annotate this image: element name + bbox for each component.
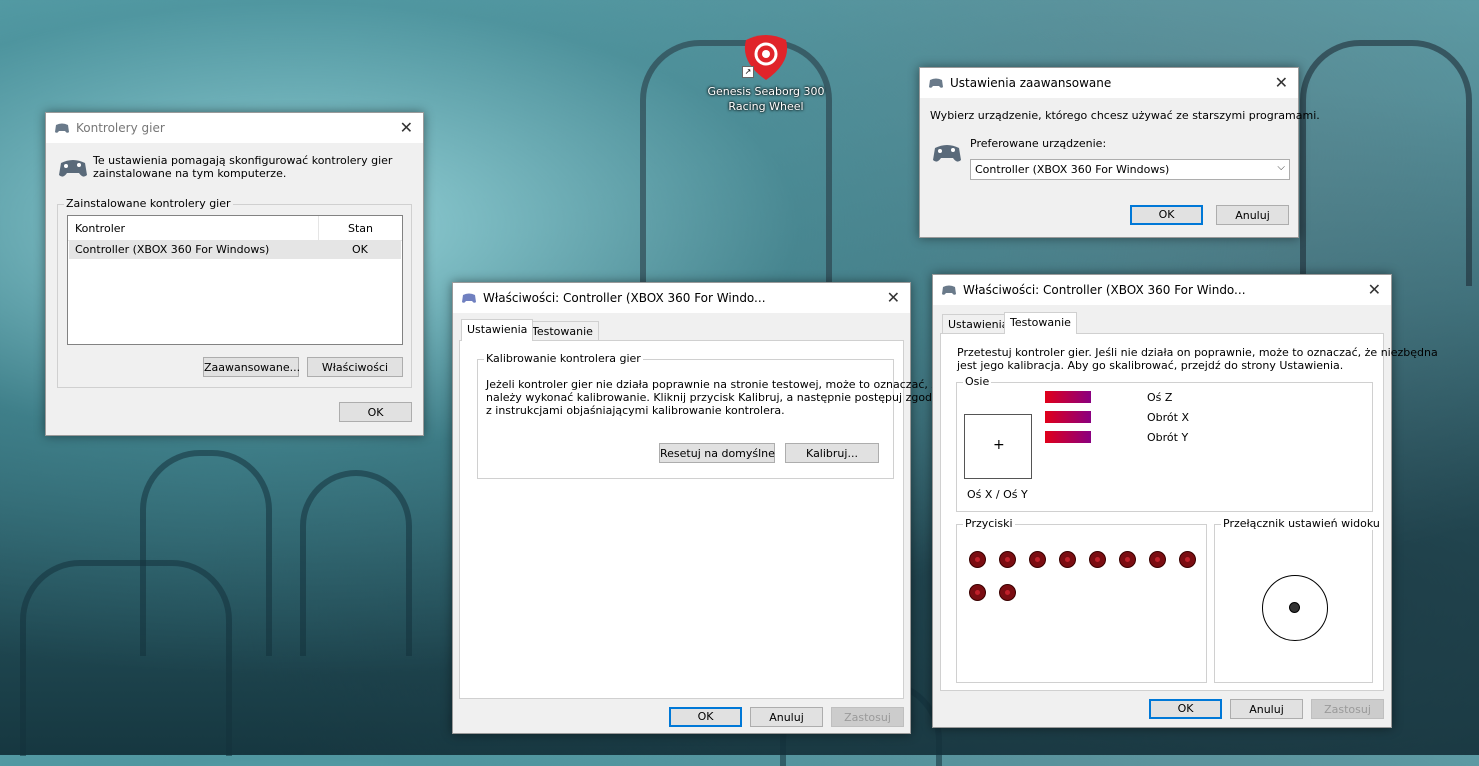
- gamepad-icon: [55, 123, 69, 133]
- title-bar: Właściwości: Controller (XBOX 360 For Wi…: [453, 283, 910, 313]
- axis-bar-rot-y: [1045, 431, 1091, 443]
- dialog-title: Właściwości: Controller (XBOX 360 For Wi…: [963, 283, 1246, 297]
- tab-testing[interactable]: Testowanie: [1004, 312, 1077, 334]
- cancel-button[interactable]: Anuluj: [750, 707, 823, 727]
- title-bar: Właściwości: Controller (XBOX 360 For Wi…: [933, 275, 1391, 305]
- button-indicator-10: [999, 584, 1016, 601]
- button-indicator-8: [1179, 551, 1196, 568]
- axis-bar-rot-x: [1045, 411, 1091, 423]
- cancel-button[interactable]: Anuluj: [1230, 699, 1303, 719]
- calibration-group: Kalibrowanie kontrolera gier Jeżeli kont…: [477, 352, 949, 479]
- title-bar: Ustawienia zaawansowane ✕: [920, 68, 1298, 98]
- ok-button[interactable]: OK: [669, 707, 742, 727]
- gamepad-icon: [462, 293, 476, 303]
- axis-label-rot-x: Obrót X: [1147, 411, 1189, 424]
- axes-group: Osie + Oś X / Oś Y Oś Z Obrót X Obrót Y: [956, 375, 1373, 512]
- button-indicator-9: [969, 584, 986, 601]
- axis-label-rot-y: Obrót Y: [1147, 431, 1189, 444]
- advanced-settings-dialog: Ustawienia zaawansowane ✕ Wybierz urządz…: [919, 67, 1320, 238]
- close-icon[interactable]: ✕: [887, 288, 900, 307]
- column-header-status[interactable]: Stan: [348, 222, 373, 235]
- dialog-title: Kontrolery gier: [76, 121, 165, 135]
- column-header-controller[interactable]: Kontroler: [75, 222, 125, 235]
- button-indicator-6: [1119, 551, 1136, 568]
- title-bar: Kontrolery gier ✕: [46, 113, 423, 143]
- desktop-shortcut[interactable]: ↗ Genesis Seaborg 300 Racing Wheel: [706, 30, 826, 120]
- table-row[interactable]: Controller (XBOX 360 For Windows) OK: [69, 241, 401, 259]
- preferred-device-label: Preferowane urządzenie:: [970, 137, 1107, 150]
- close-icon[interactable]: ✕: [400, 118, 413, 137]
- button-indicator-3: [1029, 551, 1046, 568]
- button-indicator-7: [1149, 551, 1166, 568]
- dialog-title: Właściwości: Controller (XBOX 360 For Wi…: [483, 291, 766, 305]
- tab-settings[interactable]: Ustawienia: [461, 319, 534, 341]
- installed-controllers-group: Zainstalowane kontrolery gier Kontroler …: [57, 197, 412, 388]
- button-indicator-2: [999, 551, 1016, 568]
- controller-name: Controller (XBOX 360 For Windows): [75, 243, 270, 256]
- apply-button[interactable]: Zastosuj: [1311, 699, 1384, 719]
- gamepad-icon: [929, 78, 943, 88]
- pov-circle: [1262, 575, 1328, 641]
- controller-status: OK: [352, 243, 368, 256]
- pov-dot: [1289, 602, 1300, 613]
- button-indicators: [957, 525, 1206, 682]
- properties-settings-dialog: Właściwości: Controller (XBOX 360 For Wi…: [452, 282, 949, 734]
- pov-group: Przełącznik ustawień widoku: [1214, 517, 1382, 683]
- game-controllers-dialog: Kontrolery gier ✕ Te ustawienia pomagają…: [45, 112, 424, 436]
- close-icon[interactable]: ✕: [1368, 280, 1381, 299]
- xy-axis-box: +: [964, 414, 1032, 479]
- cancel-button[interactable]: Anuluj: [1216, 205, 1289, 225]
- intro-text: Przetestuj kontroler gier. Jeśli nie dzi…: [957, 346, 1438, 372]
- dialog-title: Ustawienia zaawansowane: [950, 76, 1112, 90]
- intro-text: Te ustawienia pomagają skonfigurować kon…: [93, 154, 393, 180]
- buttons-group: Przyciski: [956, 517, 1207, 683]
- settings-panel: Kalibrowanie kontrolera gier Jeżeli kont…: [459, 340, 949, 699]
- ok-button[interactable]: OK: [339, 402, 412, 422]
- calibration-text: Jeżeli kontroler gier nie działa poprawn…: [486, 378, 949, 417]
- apply-button[interactable]: Zastosuj: [831, 707, 904, 727]
- calibrate-button[interactable]: Kalibruj...: [785, 443, 879, 463]
- shortcut-arrow-icon: ↗: [742, 66, 754, 78]
- close-icon[interactable]: ✕: [1275, 73, 1288, 92]
- ok-button[interactable]: OK: [1130, 205, 1203, 225]
- axis-bar-z: [1045, 391, 1091, 403]
- gamepad-icon: [942, 285, 956, 295]
- preferred-device-select[interactable]: Controller (XBOX 360 For Windows) ⌵: [970, 159, 1290, 180]
- axis-label-z: Oś Z: [1147, 391, 1173, 404]
- tab-testing[interactable]: Testowanie: [526, 321, 599, 341]
- reset-defaults-button[interactable]: Resetuj na domyślne: [659, 443, 775, 463]
- gamepad-large-icon: [59, 160, 87, 177]
- shortcut-label: Genesis Seaborg 300 Racing Wheel: [707, 85, 825, 113]
- xy-axis-label: Oś X / Oś Y: [967, 488, 1028, 501]
- crosshair: +: [993, 437, 1005, 453]
- ok-button[interactable]: OK: [1149, 699, 1222, 719]
- testing-panel: Przetestuj kontroler gier. Jeśli nie dzi…: [940, 333, 1438, 691]
- gamepad-large-icon: [933, 145, 961, 162]
- properties-test-dialog: Właściwości: Controller (XBOX 360 For Wi…: [932, 274, 1438, 728]
- description-text: Wybierz urządzenie, którego chcesz używa…: [930, 109, 1320, 122]
- button-indicator-4: [1059, 551, 1076, 568]
- properties-button[interactable]: Właściwości: [307, 357, 403, 377]
- chevron-down-icon: ⌵: [1277, 162, 1285, 173]
- selected-device: Controller (XBOX 360 For Windows): [975, 163, 1170, 176]
- button-indicator-1: [969, 551, 986, 568]
- list-header: Kontroler Stan: [68, 216, 402, 241]
- button-indicator-5: [1089, 551, 1106, 568]
- controllers-list[interactable]: Kontroler Stan Controller (XBOX 360 For …: [67, 215, 403, 345]
- advanced-button[interactable]: Zaawansowane...: [203, 357, 300, 377]
